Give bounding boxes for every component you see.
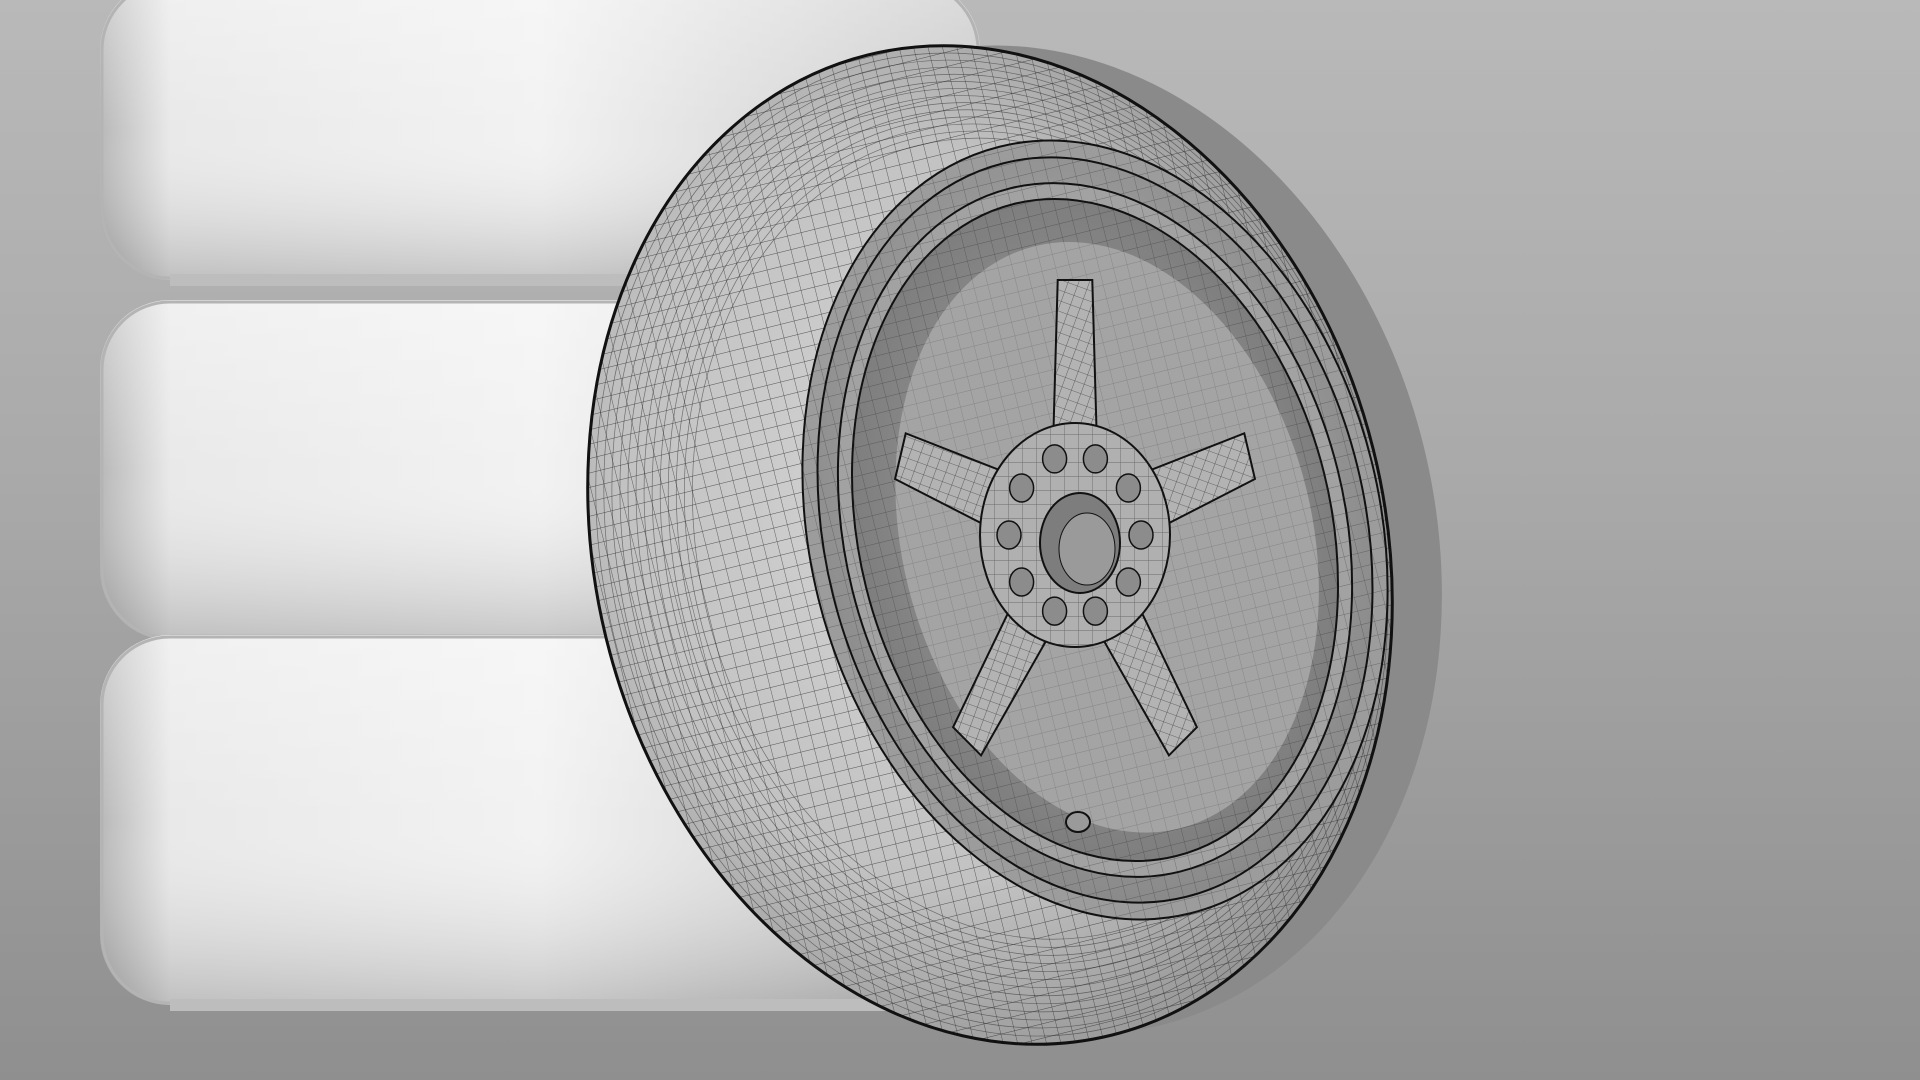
lug-hole-7	[1008, 473, 1035, 503]
lug-hole-4	[1041, 596, 1068, 626]
lug-hole-9	[1082, 444, 1109, 474]
hub	[979, 422, 1171, 648]
lug-hole-2	[1115, 567, 1142, 597]
lug-hole-1	[1128, 520, 1154, 550]
lug-hole-3	[1082, 596, 1109, 626]
lug-hole-6	[996, 520, 1022, 550]
valve-stem	[1065, 811, 1091, 833]
lug-hole-5	[1008, 567, 1035, 597]
lug-hole-10	[1115, 473, 1142, 503]
scene-canvas	[0, 0, 1920, 1080]
3d-viewport-render	[0, 0, 1920, 1080]
lug-hole-8	[1041, 444, 1068, 474]
